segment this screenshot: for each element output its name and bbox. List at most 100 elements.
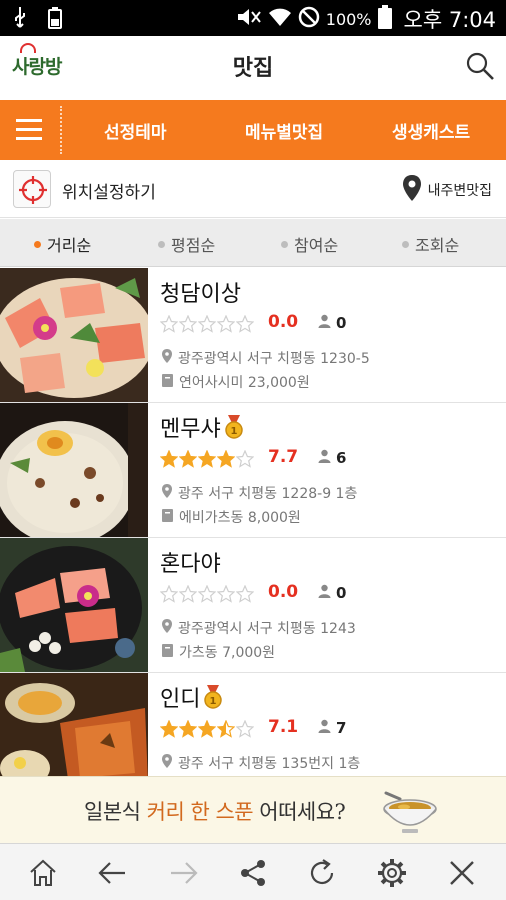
mute-icon <box>236 6 262 33</box>
sort-views[interactable]: 조회순 <box>402 232 459 256</box>
restaurant-name: 혼다야 <box>160 552 221 577</box>
signature-menu: 가츠동 7,000원 <box>162 642 275 662</box>
nearby-label: 내주변맛집 <box>427 183 492 199</box>
star-icon <box>160 720 178 738</box>
star-icon <box>236 720 254 738</box>
forward-icon[interactable] <box>167 857 199 889</box>
address-text: 광주 서구 치평동 1228-9 1층 <box>178 486 358 502</box>
rating-score: 7.1 <box>268 717 299 737</box>
nav-divider <box>60 106 62 154</box>
person-icon <box>318 314 331 332</box>
rating-stars <box>160 585 254 603</box>
refresh-icon[interactable] <box>306 857 338 889</box>
close-icon[interactable] <box>446 857 478 889</box>
settings-icon[interactable] <box>376 857 408 889</box>
ad-banner[interactable]: 일본식 커리 한 스푼 어떠세요? <box>0 776 506 843</box>
star-icon <box>160 585 178 603</box>
list-item[interactable]: 인디 1 7.1 7 광주 서구 치평동 135번지 1층 <box>0 673 506 776</box>
rating-stars <box>160 315 254 333</box>
set-location-button[interactable]: 위치설정하기 <box>62 178 156 203</box>
star-icon <box>179 585 197 603</box>
sort-rating[interactable]: 평점순 <box>158 232 215 256</box>
category-nav: 선정테마 메뉴별맛집 생생캐스트 <box>0 100 506 160</box>
location-pin-icon <box>162 619 172 637</box>
menu-text: 연어사시미 23,000원 <box>179 375 310 391</box>
rating-stars <box>160 450 254 468</box>
search-icon[interactable] <box>464 50 496 82</box>
person-icon <box>318 584 331 602</box>
restaurant-photo <box>0 673 148 776</box>
medal-icon: 1 <box>202 685 224 709</box>
location-pin-icon <box>162 484 172 502</box>
star-icon <box>198 450 216 468</box>
participant-count: 0 <box>336 314 347 332</box>
block-icon <box>298 6 320 33</box>
participant-count: 0 <box>336 584 347 602</box>
sort-bar: 거리순 평점순 참여순 조회순 <box>0 219 506 267</box>
restaurant-list: 청담이상 0.0 0 광주광역시 서구 치평동 1230-5 연어사시미 23,… <box>0 268 506 776</box>
battery-saver-icon <box>48 7 62 33</box>
sort-distance[interactable]: 거리순 <box>34 232 91 256</box>
participants: 7 <box>318 719 346 737</box>
person-icon <box>318 719 331 737</box>
tab-menu[interactable]: 메뉴별맛집 <box>245 118 323 143</box>
back-icon[interactable] <box>97 857 129 889</box>
list-item[interactable]: 혼다야 0.0 0 광주광역시 서구 치평동 1243 가츠동 7,000원 <box>0 538 506 673</box>
nearby-button[interactable]: 내주변맛집 <box>402 174 492 206</box>
address-text: 광주광역시 서구 치평동 1243 <box>178 621 356 637</box>
curry-bowl-icon <box>378 785 438 837</box>
rating-score: 7.7 <box>268 447 299 467</box>
signature-menu: 연어사시미 23,000원 <box>162 372 310 392</box>
address-text: 광주 서구 치평동 135번지 1층 <box>178 756 361 772</box>
star-icon <box>236 450 254 468</box>
star-icon <box>198 585 216 603</box>
page-title: 맛집 <box>232 56 274 81</box>
menu-text: 에비가츠동 8,000원 <box>179 510 301 526</box>
address-text: 광주광역시 서구 치평동 1230-5 <box>178 351 370 367</box>
star-icon <box>160 315 178 333</box>
person-icon <box>318 449 331 467</box>
star-icon <box>198 315 216 333</box>
menu-book-icon <box>162 373 173 391</box>
list-item[interactable]: 청담이상 0.0 0 광주광역시 서구 치평동 1230-5 연어사시미 23,… <box>0 268 506 403</box>
restaurant-photo <box>0 538 148 672</box>
hamburger-icon[interactable] <box>0 100 60 160</box>
restaurant-photo <box>0 268 148 402</box>
star-icon <box>217 450 235 468</box>
battery-icon <box>377 4 392 34</box>
address: 광주광역시 서구 치평동 1230-5 <box>162 348 370 368</box>
star-icon <box>236 585 254 603</box>
star-icon <box>217 585 235 603</box>
restaurant-name: 인디 <box>160 687 201 712</box>
participants: 6 <box>318 449 346 467</box>
rating-stars <box>160 720 254 738</box>
location-pin-icon <box>162 754 172 772</box>
clock: 오후 7:04 <box>403 8 496 32</box>
participant-count: 7 <box>336 719 347 737</box>
svg-text:1: 1 <box>230 426 237 437</box>
tab-theme[interactable]: 선정테마 <box>104 118 167 143</box>
location-row: 위치설정하기 내주변맛집 <box>0 160 506 218</box>
participant-count: 6 <box>336 449 347 467</box>
ad-text: 일본식 커리 한 스푼 어떠세요? <box>84 800 346 824</box>
medal-icon: 1 <box>223 415 245 439</box>
crosshair-icon[interactable] <box>13 170 51 208</box>
address: 광주광역시 서구 치평동 1243 <box>162 618 356 638</box>
star-icon <box>217 720 235 738</box>
list-item[interactable]: 멘무샤 1 7.7 6 광주 서구 치평동 1228-9 1층 에비가츠동 8,… <box>0 403 506 538</box>
star-icon <box>198 720 216 738</box>
browser-toolbar <box>0 843 506 900</box>
star-icon <box>179 450 197 468</box>
home-icon[interactable] <box>27 857 59 889</box>
restaurant-photo <box>0 403 148 537</box>
star-icon <box>179 720 197 738</box>
participants: 0 <box>318 314 346 332</box>
tab-cast[interactable]: 생생캐스트 <box>392 118 470 143</box>
share-icon[interactable] <box>237 857 269 889</box>
address: 광주 서구 치평동 1228-9 1층 <box>162 483 357 503</box>
sort-participants[interactable]: 참여순 <box>281 232 338 256</box>
rating-score: 0.0 <box>268 312 299 332</box>
app-header: 사랑방 맛집 <box>0 36 506 100</box>
rating-score: 0.0 <box>268 582 299 602</box>
star-icon <box>217 315 235 333</box>
